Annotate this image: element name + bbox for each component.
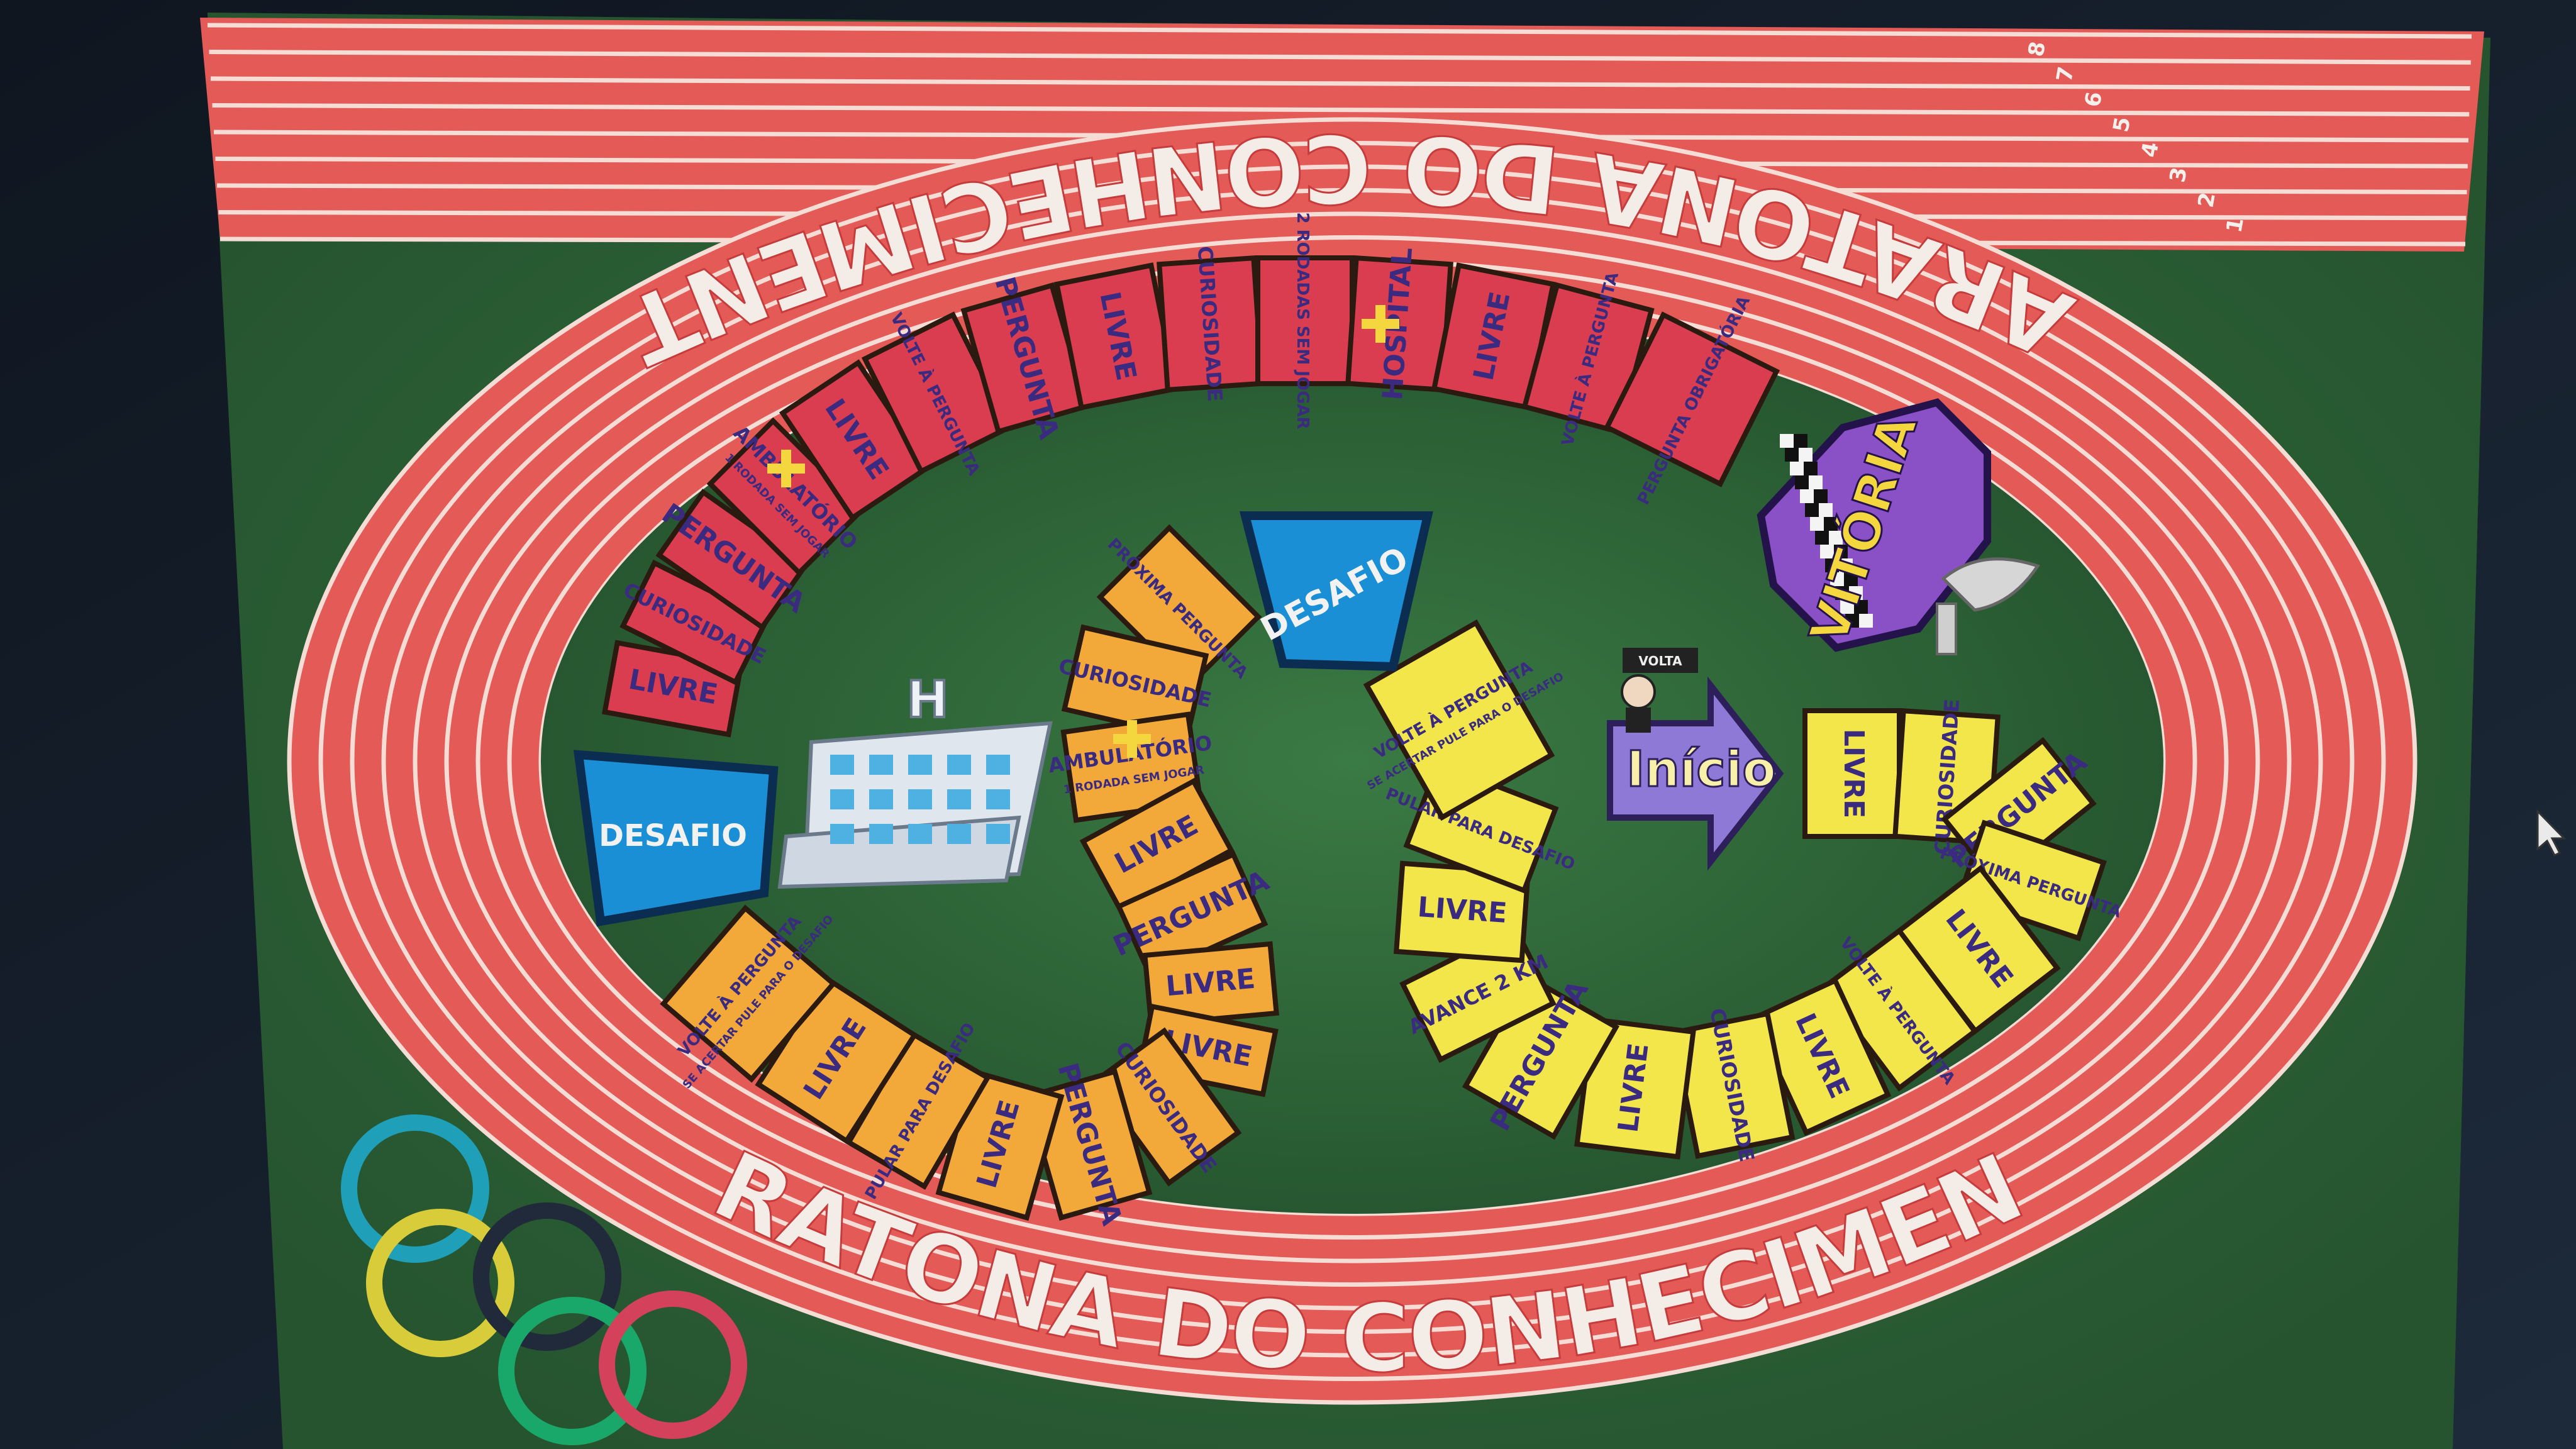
start-label: Início bbox=[1626, 741, 1776, 798]
board-space-r8[interactable]: LIVRE bbox=[1053, 262, 1179, 411]
space-label: LIVRE bbox=[1838, 729, 1870, 818]
board-space-y1[interactable]: LIVRE bbox=[1802, 708, 1902, 839]
challenge-space-left[interactable]: DESAFIO bbox=[573, 750, 779, 927]
hospital-sign: H bbox=[907, 670, 949, 729]
challenge-left-label: DESAFIO bbox=[599, 818, 747, 853]
start-sign: VOLTA bbox=[1638, 653, 1682, 669]
space-label: LIVRE bbox=[1416, 891, 1508, 930]
challenge-space-center[interactable]: DESAFIO bbox=[1239, 511, 1433, 672]
space-label: 2 RODADAS SEM JOGAR bbox=[1293, 212, 1312, 429]
game-board-scene: 12345678 MARATONA DO CONHECIMENTO MARATO… bbox=[0, 0, 2576, 1449]
board-space-r9[interactable]: CURIOSIDADE bbox=[1157, 245, 1265, 402]
